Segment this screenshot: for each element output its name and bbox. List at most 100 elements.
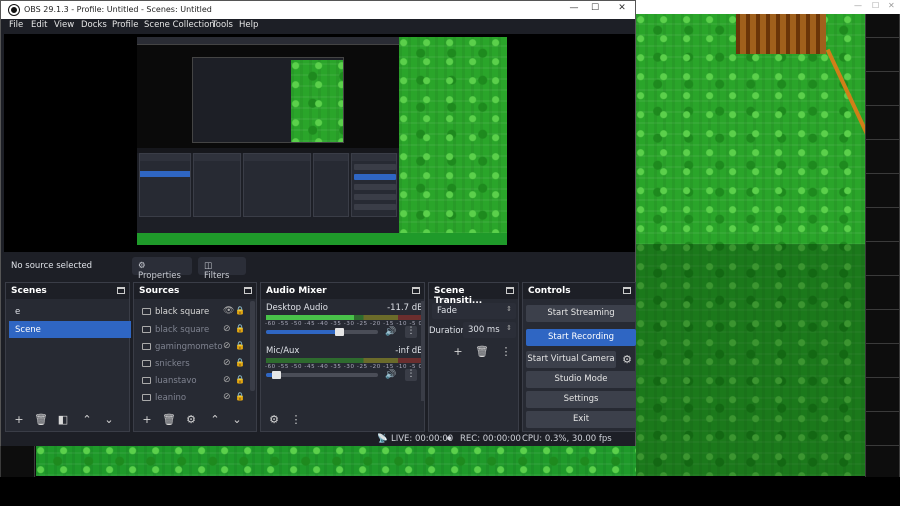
gear-icon: ⚙: [138, 261, 146, 271]
record-icon: ⏺: [447, 434, 452, 444]
source-item[interactable]: gamingmometo ⊘ 🔒: [137, 338, 247, 355]
more-options-icon[interactable]: ⋮: [289, 413, 303, 427]
maximize-icon[interactable]: ☐: [872, 1, 879, 10]
lock-icon[interactable]: 🔒: [235, 306, 245, 315]
more-options-icon[interactable]: ⋮: [405, 369, 417, 381]
source-item[interactable]: snickers ⊘ 🔒: [137, 355, 247, 372]
start-recording-button[interactable]: Start Recording: [526, 329, 636, 346]
start-streaming-button[interactable]: Start Streaming: [526, 305, 636, 322]
advanced-audio-icon[interactable]: ⚙: [267, 413, 281, 427]
eye-hidden-icon[interactable]: ⊘: [223, 324, 231, 334]
eye-icon[interactable]: 👁: [223, 306, 234, 316]
move-up-icon[interactable]: ⌃: [208, 413, 222, 427]
gear-icon[interactable]: ⚙: [184, 413, 198, 427]
sources-toolbar: + 🗑 ⚙ ⌃ ⌄: [134, 411, 256, 429]
letterbox-bar: [0, 477, 900, 506]
scene-item[interactable]: e: [9, 303, 131, 320]
close-icon[interactable]: ✕: [888, 1, 895, 10]
scene-transitions-dock: Scene Transiti... Fade ⇕ Duration 300 ms…: [428, 282, 519, 432]
source-item[interactable]: luanstavo ⊘ 🔒: [137, 372, 247, 389]
minimize-button[interactable]: —: [567, 3, 581, 17]
speaker-icon[interactable]: 🔊: [385, 327, 396, 337]
mixer-scrollbar[interactable]: [421, 301, 424, 401]
rec-time: REC: 00:00:00: [460, 434, 521, 444]
gear-icon[interactable]: ⚙: [620, 353, 634, 367]
source-item[interactable]: leanino ⊘ 🔒: [137, 389, 247, 406]
nested-game-bottom: [137, 233, 507, 245]
close-button[interactable]: ✕: [615, 3, 629, 17]
live-time: LIVE: 00:00:00: [391, 434, 454, 444]
eye-hidden-icon[interactable]: ⊘: [223, 358, 231, 368]
move-up-icon[interactable]: ⌃: [80, 413, 94, 427]
duration-spinbox[interactable]: 300 ms ⇕: [463, 322, 516, 338]
start-virtual-camera-button[interactable]: Start Virtual Camera: [526, 351, 616, 368]
source-label: black square: [155, 325, 210, 335]
lock-icon[interactable]: 🔒: [235, 375, 245, 384]
move-down-icon[interactable]: ⌄: [230, 413, 244, 427]
jungle-shadow: [636, 244, 865, 476]
minimize-icon[interactable]: —: [854, 1, 862, 10]
eye-hidden-icon[interactable]: ⊘: [223, 375, 231, 385]
sources-dock: Sources black square 👁 🔒 black square ⊘ …: [133, 282, 257, 432]
filters-button[interactable]: ◫ Filters: [198, 257, 246, 281]
menu-scene-collection[interactable]: Scene Collection: [144, 20, 215, 30]
nested-button: [354, 204, 396, 210]
sources-scrollbar[interactable]: [250, 301, 255, 391]
add-icon[interactable]: +: [140, 413, 154, 427]
lock-icon[interactable]: 🔒: [235, 392, 245, 401]
menu-help[interactable]: Help: [239, 20, 258, 30]
scenes-header: Scenes: [6, 283, 129, 299]
scene-filter-icon[interactable]: ◧: [56, 413, 70, 427]
nested-button-primary: [354, 174, 396, 180]
volume-slider[interactable]: [266, 371, 378, 379]
menu-tools[interactable]: Tools: [212, 20, 233, 30]
lock-icon[interactable]: 🔒: [235, 358, 245, 367]
add-icon[interactable]: +: [451, 345, 465, 359]
eye-hidden-icon[interactable]: ⊘: [223, 341, 231, 351]
undock-icon[interactable]: [506, 287, 514, 294]
undock-icon[interactable]: [117, 287, 125, 294]
channel-name: Mic/Aux: [266, 346, 300, 356]
source-label: black square: [155, 307, 210, 317]
trash-icon[interactable]: 🗑: [34, 413, 48, 427]
more-options-icon[interactable]: ⋮: [405, 326, 417, 338]
menu-view[interactable]: View: [54, 20, 74, 30]
nested-transitions-dock: [313, 153, 349, 217]
controls-header: Controls: [523, 283, 635, 299]
eye-hidden-icon[interactable]: ⊘: [223, 392, 231, 402]
nested-button: [354, 164, 396, 170]
move-down-icon[interactable]: ⌄: [102, 413, 116, 427]
lock-icon[interactable]: 🔒: [235, 341, 245, 350]
menu-docks[interactable]: Docks: [81, 20, 107, 30]
meter-ticks: -60 -55 -50 -45 -40 -35 -30 -25 -20 -15 …: [265, 321, 423, 327]
volume-slider[interactable]: [266, 328, 378, 336]
maximize-button[interactable]: ☐: [588, 3, 602, 17]
trash-icon[interactable]: 🗑: [475, 345, 489, 359]
add-icon[interactable]: +: [12, 413, 26, 427]
nested-button: [354, 194, 396, 200]
settings-button[interactable]: Settings: [526, 391, 636, 408]
properties-button[interactable]: ⚙ Properties: [132, 257, 192, 281]
menu-bar: File Edit View Docks Profile Scene Colle…: [1, 19, 635, 33]
trash-icon[interactable]: 🗑: [162, 413, 176, 427]
source-item[interactable]: black square ⊘ 🔒: [137, 321, 247, 338]
exit-button[interactable]: Exit: [526, 411, 636, 428]
more-options-icon[interactable]: ⋮: [499, 345, 513, 359]
undock-icon[interactable]: [623, 287, 631, 294]
menu-file[interactable]: File: [9, 20, 23, 30]
scene-item-active[interactable]: Scene: [9, 321, 131, 338]
program-preview[interactable]: [137, 37, 507, 245]
transition-select[interactable]: Fade ⇕: [432, 303, 516, 319]
speaker-icon[interactable]: 🔊: [385, 370, 396, 380]
undock-icon[interactable]: [244, 287, 252, 294]
source-item[interactable]: black square 👁 🔒: [137, 303, 247, 320]
menu-profile[interactable]: Profile: [112, 20, 138, 30]
stream-icon: 📡: [377, 434, 388, 444]
undock-icon[interactable]: [412, 287, 420, 294]
desktop-audio-channel: Desktop Audio -11.7 dB -60 -55 -50 -45 -…: [265, 303, 423, 339]
background-window-titlebar: — ☐ ✕: [636, 0, 900, 14]
channel-db: -11.7 dB: [387, 303, 423, 313]
lock-icon[interactable]: 🔒: [235, 324, 245, 333]
menu-edit[interactable]: Edit: [31, 20, 47, 30]
studio-mode-button[interactable]: Studio Mode: [526, 371, 636, 388]
